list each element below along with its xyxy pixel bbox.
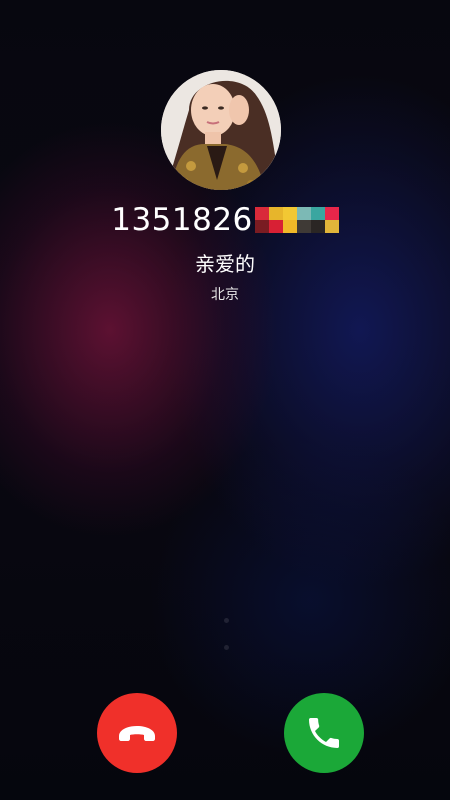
redacted-number-mosaic <box>254 207 339 233</box>
mosaic-tile <box>310 207 325 220</box>
swipe-hint-dots <box>224 618 232 672</box>
hint-dot <box>224 618 229 623</box>
mosaic-tile <box>254 207 269 220</box>
accept-call-button[interactable] <box>284 693 364 773</box>
mosaic-tile <box>310 220 325 233</box>
caller-name: 亲爱的 <box>195 252 255 276</box>
phone-icon <box>309 718 339 748</box>
caller-photo <box>161 70 281 190</box>
caller-number-row: 1351826 <box>0 200 450 240</box>
mosaic-tile <box>282 207 297 220</box>
mosaic-tile <box>282 220 297 233</box>
mosaic-tile <box>254 220 269 233</box>
caller-avatar <box>161 70 281 190</box>
mosaic-tile <box>268 220 283 233</box>
decline-call-button[interactable] <box>97 693 177 773</box>
mosaic-tile <box>296 220 311 233</box>
mosaic-tile <box>296 207 311 220</box>
caller-number: 1351826 <box>111 202 253 238</box>
incoming-call-screen: 1351826 亲爱的 北京 <box>0 0 450 800</box>
mosaic-tile <box>268 207 283 220</box>
caller-location: 北京 <box>211 287 239 303</box>
hint-dot <box>224 645 229 650</box>
hang-up-icon <box>119 726 155 741</box>
mosaic-tile <box>324 207 339 220</box>
mosaic-tile <box>324 220 339 233</box>
